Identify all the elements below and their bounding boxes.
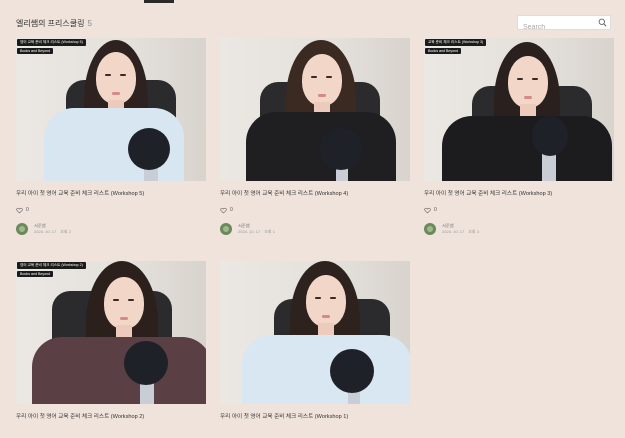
post-thumbnail[interactable]	[220, 261, 410, 404]
video-overlay-title: 교육 준비 체크 리스트 (Workshop 3)	[425, 39, 487, 46]
board-header: 엘리쌤의 프리스쿨링 5	[16, 15, 613, 34]
post-count: 5	[87, 19, 92, 28]
post-thumbnail[interactable]	[220, 38, 410, 181]
view-count: 조회 2	[60, 229, 71, 234]
author-row: 서준쌤 2024. 10. 17 조회 3	[424, 223, 614, 235]
like-button[interactable]: 0	[220, 206, 410, 214]
search-icon[interactable]	[598, 18, 607, 27]
post-title[interactable]: 우리 아이 첫 영어 교육 준비 체크 리스트 (Workshop 3)	[424, 189, 614, 197]
view-count: 조회 1	[264, 229, 275, 234]
video-overlay-title: 영어 교육 준비 체크 리스트 (Workshop 2)	[17, 262, 86, 269]
like-button[interactable]: 0	[424, 206, 614, 214]
video-overlay-subtitle: Books and Beyond	[17, 48, 54, 54]
post-date: 2024. 10. 17	[34, 229, 57, 234]
view-count: 조회 3	[468, 229, 479, 234]
like-count: 0	[26, 207, 29, 213]
video-overlay-subtitle: Books and Beyond	[17, 271, 54, 277]
like-button[interactable]: 0	[16, 206, 206, 214]
active-tab-indicator	[144, 0, 174, 3]
author-row: 서준쌤 2024. 10. 17 조회 2	[16, 223, 206, 235]
video-overlay-title: 영어 교육 준비 체크 리스트 (Workshop 5)	[17, 39, 86, 46]
post-thumbnail[interactable]: 교육 준비 체크 리스트 (Workshop 3) Books and Beyo…	[424, 38, 614, 181]
board-title[interactable]: 엘리쌤의 프리스쿨링 5	[16, 18, 92, 29]
post-thumbnail[interactable]: 영어 교육 준비 체크 리스트 (Workshop 2) Books and B…	[16, 261, 206, 404]
post-title[interactable]: 우리 아이 첫 영어 교육 준비 체크 리스트 (Workshop 2)	[16, 412, 206, 420]
author-avatar[interactable]	[16, 223, 28, 235]
heart-icon	[16, 207, 23, 213]
video-overlay-subtitle: Books and Beyond	[425, 48, 462, 54]
post-title[interactable]: 우리 아이 첫 영어 교육 준비 체크 리스트 (Workshop 4)	[220, 189, 410, 197]
heart-icon	[220, 207, 227, 213]
post-card[interactable]: 영어 교육 준비 체크 리스트 (Workshop 5) Books and B…	[16, 38, 206, 235]
board-title-text: 엘리쌤의 프리스쿨링	[16, 19, 85, 28]
like-count: 0	[230, 207, 233, 213]
post-date: 2024. 10. 17	[238, 229, 261, 234]
post-card[interactable]: 우리 아이 첫 영어 교육 준비 체크 리스트 (Workshop 1)	[220, 261, 410, 420]
author-row: 서준쌤 2024. 10. 17 조회 1	[220, 223, 410, 235]
post-card[interactable]: 영어 교육 준비 체크 리스트 (Workshop 2) Books and B…	[16, 261, 206, 420]
post-card[interactable]: 교육 준비 체크 리스트 (Workshop 3) Books and Beyo…	[424, 38, 614, 235]
post-thumbnail[interactable]: 영어 교육 준비 체크 리스트 (Workshop 5) Books and B…	[16, 38, 206, 181]
post-title[interactable]: 우리 아이 첫 영어 교육 준비 체크 리스트 (Workshop 1)	[220, 412, 410, 420]
author-avatar[interactable]	[424, 223, 436, 235]
search-input[interactable]	[518, 21, 596, 34]
heart-icon	[424, 207, 431, 213]
search-box[interactable]	[517, 15, 611, 34]
post-card[interactable]: 우리 아이 첫 영어 교육 준비 체크 리스트 (Workshop 4) 0 서…	[220, 38, 410, 235]
author-avatar[interactable]	[220, 223, 232, 235]
post-title[interactable]: 우리 아이 첫 영어 교육 준비 체크 리스트 (Workshop 5)	[16, 189, 206, 197]
post-date: 2024. 10. 17	[442, 229, 465, 234]
like-count: 0	[434, 207, 437, 213]
